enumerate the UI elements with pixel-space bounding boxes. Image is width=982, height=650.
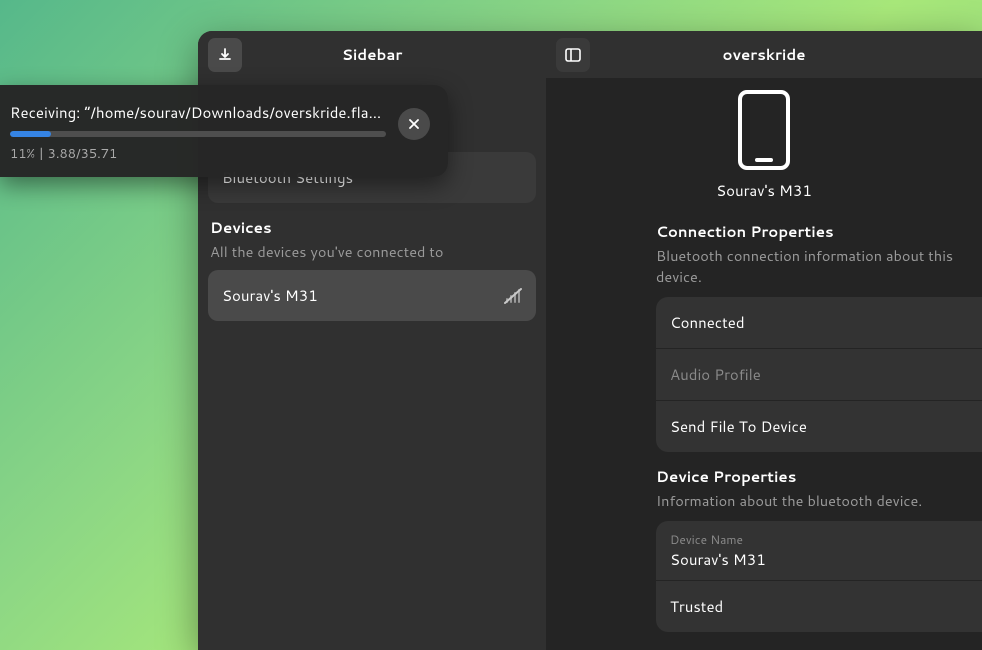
- download-notification: Receiving: “/home/sourav/Downloads/overs…: [0, 85, 448, 177]
- app-title: overskride: [546, 44, 982, 65]
- download-icon: [217, 47, 233, 63]
- progress-fill: [10, 131, 51, 137]
- row-audio-profile[interactable]: Audio Profile: [656, 349, 982, 401]
- device-name-value: Sourav's M31: [670, 549, 968, 570]
- notification-body: Receiving: “/home/sourav/Downloads/overs…: [10, 102, 386, 163]
- main-panel: overskride Sourav's M31 Connection Prope…: [546, 31, 982, 650]
- devices-title: Devices: [210, 217, 534, 238]
- device-properties-subtitle: Information about the bluetooth device.: [656, 490, 982, 511]
- notification-progress-text: 11% | 3.88/35.71: [10, 145, 386, 163]
- devices-section-header: Devices All the devices you've connected…: [208, 217, 536, 262]
- close-icon: [408, 118, 420, 130]
- row-connected[interactable]: Connected: [656, 297, 982, 349]
- panel-left-icon: [565, 48, 581, 62]
- device-name-label: Device Name: [670, 531, 968, 548]
- phone-icon: [738, 90, 790, 170]
- device-properties-section: Device Properties Information about the …: [546, 466, 982, 646]
- progress-bar: [10, 131, 386, 137]
- notification-title: Receiving: “/home/sourav/Downloads/overs…: [10, 102, 386, 123]
- connection-properties-title: Connection Properties: [656, 221, 982, 242]
- main-body: Sourav's M31 Connection Properties Bluet…: [546, 78, 982, 646]
- devices-subtitle: All the devices you've connected to: [210, 241, 534, 262]
- connection-properties-list: Connected Audio Profile Send File To Dev…: [656, 297, 982, 452]
- device-properties-title: Device Properties: [656, 466, 982, 487]
- notification-close-button[interactable]: [398, 108, 430, 140]
- main-header: overskride: [546, 31, 982, 78]
- sidebar-header: Sidebar: [198, 31, 546, 78]
- device-hero: Sourav's M31: [546, 90, 982, 201]
- connection-properties-section: Connection Properties Bluetooth connecti…: [546, 221, 982, 466]
- row-send-file[interactable]: Send File To Device: [656, 401, 982, 452]
- row-trusted[interactable]: Trusted: [656, 581, 982, 632]
- device-properties-list: Device Name Sourav's M31 Trusted: [656, 521, 982, 632]
- toggle-sidebar-button[interactable]: [556, 38, 590, 72]
- signal-none-icon: [504, 288, 522, 304]
- device-row[interactable]: Sourav's M31: [208, 270, 536, 321]
- connection-properties-subtitle: Bluetooth connection information about t…: [656, 245, 982, 287]
- sidebar-title: Sidebar: [198, 44, 546, 65]
- device-row-label: Sourav's M31: [222, 285, 318, 306]
- device-name-hero: Sourav's M31: [716, 180, 812, 201]
- row-device-name[interactable]: Device Name Sourav's M31: [656, 521, 982, 581]
- download-button[interactable]: [208, 38, 242, 72]
